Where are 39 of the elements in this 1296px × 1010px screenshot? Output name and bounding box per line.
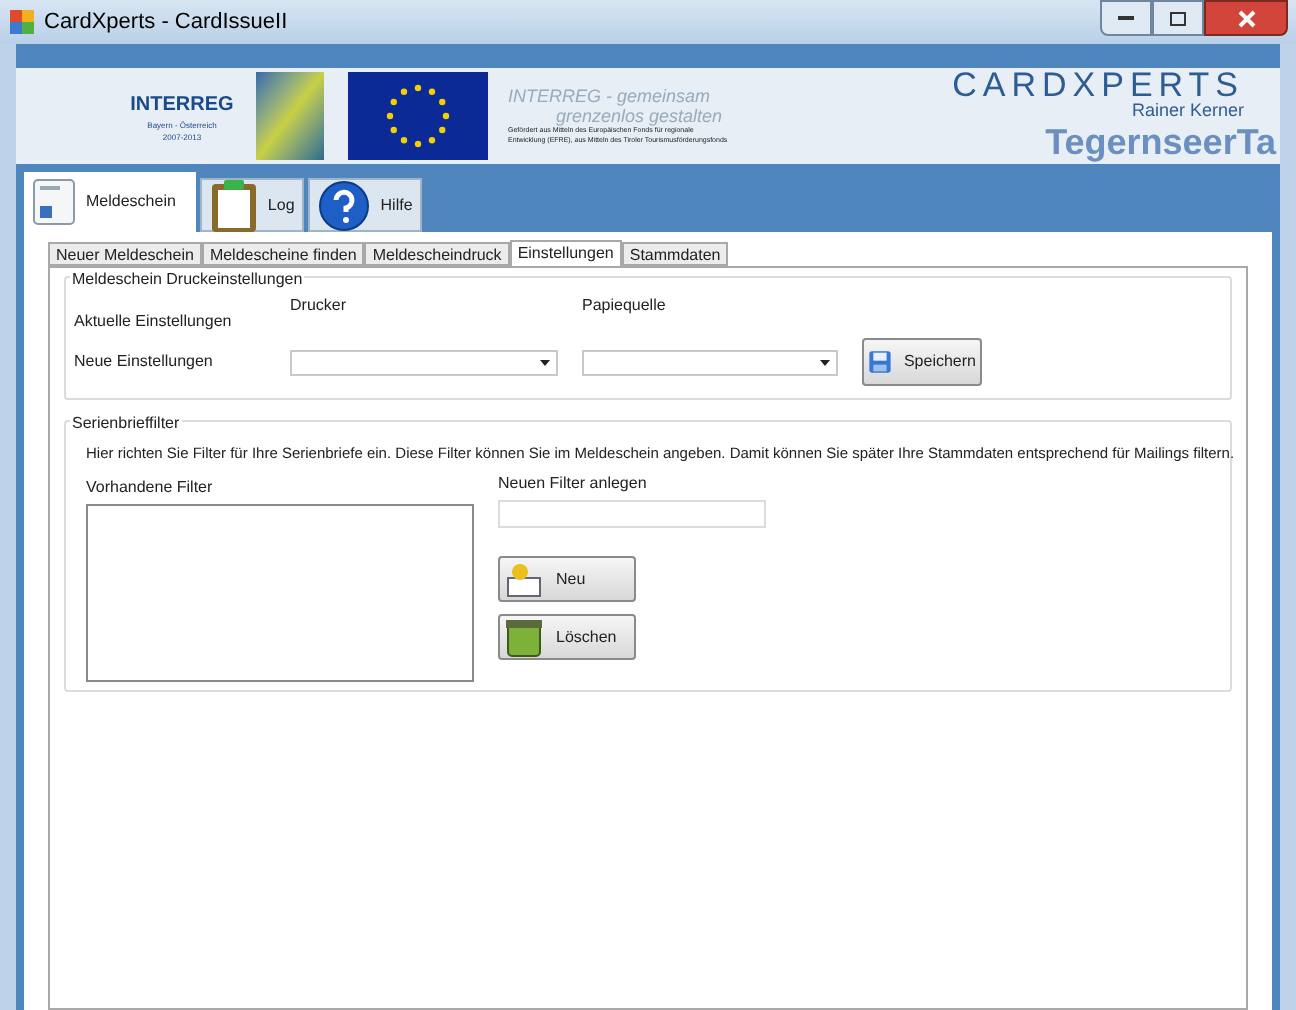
existing-filters-label: Vorhandene Filter xyxy=(86,476,215,501)
close-icon xyxy=(1237,9,1255,27)
sub-tab[interactable]: Einstellungen xyxy=(509,240,622,268)
new-filter-label: Neuen Filter anlegen xyxy=(498,472,649,497)
column-header: Papiequelle xyxy=(582,294,666,318)
current-settings-label: Aktuelle Einstellungen xyxy=(74,310,234,334)
brand-subtitle: Rainer Kerner xyxy=(1131,101,1244,119)
main-tab[interactable]: Meldeschein xyxy=(24,172,196,232)
filter-name-field[interactable] xyxy=(498,500,766,529)
save-button[interactable]: Speichern xyxy=(862,338,982,386)
form-icon xyxy=(32,178,76,226)
sparkle-box-icon xyxy=(504,561,544,598)
app-icon xyxy=(8,8,36,36)
window-title: CardXperts - CardIssueII xyxy=(44,7,288,38)
interreg-logo xyxy=(256,72,324,160)
main-tab[interactable]: Log xyxy=(199,178,305,232)
action-button[interactable]: Löschen xyxy=(498,614,636,661)
sub-tab[interactable]: Stammdaten xyxy=(621,242,729,266)
venue-logo: TegernseerTa xyxy=(1045,119,1276,163)
sub-tab[interactable]: Meldescheine finden xyxy=(201,242,365,266)
group-title: Meldeschein Druckeinstellungen xyxy=(70,268,305,292)
close-button[interactable] xyxy=(1204,0,1288,36)
action-button[interactable]: Neu xyxy=(498,556,636,603)
new-settings-label: Neue Einstellungen xyxy=(74,350,215,374)
bin-icon xyxy=(504,617,544,658)
minimize-button[interactable] xyxy=(1100,0,1152,36)
eu-flag-icon xyxy=(348,72,488,160)
main-tab[interactable]: Hilfe xyxy=(308,178,423,232)
maximize-button[interactable] xyxy=(1152,0,1204,36)
sub-tab[interactable]: Neuer Meldeschein xyxy=(48,242,202,266)
brand-logo: CARDXPERTS xyxy=(952,69,1244,101)
interreg-title: INTERREG xyxy=(130,91,234,119)
caret-icon xyxy=(540,359,550,365)
slogan: INTERREG - gemeinsam xyxy=(508,86,713,106)
column-header: Drucker xyxy=(290,294,349,318)
caret-icon xyxy=(820,359,830,365)
sub-tab[interactable]: Meldescheindruck xyxy=(364,242,510,266)
slogan: grenzenlos gestalten xyxy=(554,106,725,126)
filter-list[interactable] xyxy=(86,504,474,683)
